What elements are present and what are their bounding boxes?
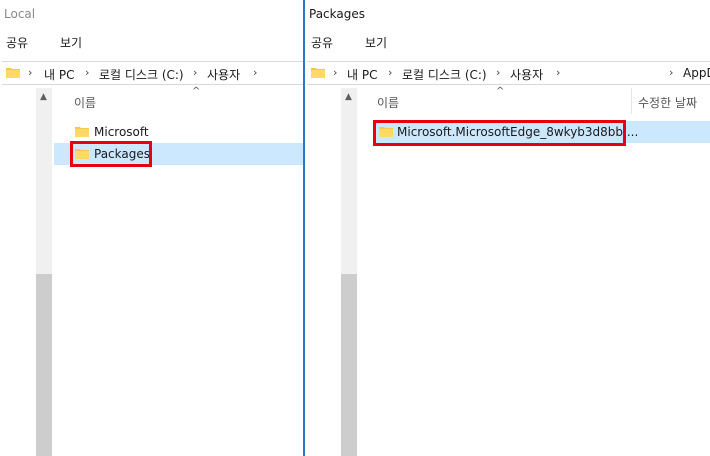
breadcrumb-this-pc[interactable]: 내 PC [44,66,74,83]
breadcrumb-this-pc[interactable]: 내 PC [347,66,377,83]
scroll-up-icon[interactable]: ▲ [40,92,47,102]
chevron-right-icon[interactable]: › [85,66,89,79]
vertical-scrollbar[interactable]: ▲ [36,88,52,456]
scroll-up-icon[interactable]: ▲ [345,92,352,102]
chevron-right-icon[interactable]: › [496,66,500,79]
sort-ascending-icon: ^ [192,86,201,97]
right-explorer-window: Packages 공유 보기 › 내 PC › 로컬 디스크 (C:) › 사용… [305,0,710,456]
list-item[interactable]: Microsoft [54,121,303,143]
left-explorer-window: Local 공유 보기 › 내 PC › 로컬 디스크 (C:) › 사용자 ›… [0,0,303,456]
breadcrumb-users[interactable]: 사용자 [207,66,240,83]
column-separator[interactable] [631,88,632,114]
scrollbar-thumb[interactable] [341,274,357,456]
breadcrumb-local-disk[interactable]: 로컬 디스크 (C:) [99,66,184,83]
address-bar[interactable]: › 내 PC › 로컬 디스크 (C:) › 사용자 › [2,61,303,85]
column-header-name[interactable]: 이름 [74,94,96,111]
scrollbar-thumb[interactable] [36,274,52,456]
chevron-right-icon[interactable]: › [28,66,32,79]
address-bar[interactable]: › 내 PC › 로컬 디스크 (C:) › 사용자 › › AppD [307,61,710,85]
vertical-scrollbar[interactable]: ▲ [341,88,357,456]
folder-icon [6,65,20,79]
chevron-right-icon[interactable]: › [333,66,337,79]
breadcrumb-local-disk[interactable]: 로컬 디스크 (C:) [402,66,487,83]
ribbon-share-tab[interactable]: 공유 [311,34,333,51]
ribbon-share-tab[interactable]: 공유 [6,34,28,51]
chevron-right-icon[interactable]: › [388,66,392,79]
ribbon-view-tab[interactable]: 보기 [60,34,82,51]
highlight-box [70,141,152,167]
highlight-box [373,120,626,146]
sort-ascending-icon: ^ [496,86,505,97]
chevron-right-icon[interactable]: › [193,66,197,79]
ribbon-view-tab[interactable]: 보기 [365,34,387,51]
chevron-right-icon[interactable]: › [253,66,257,79]
chevron-right-icon[interactable]: › [669,66,673,79]
breadcrumb-appdata[interactable]: AppD [683,66,710,80]
folder-name: Microsoft [94,125,149,139]
column-header-name[interactable]: 이름 [377,94,399,111]
folder-icon [75,124,89,138]
window-title: Packages [309,7,365,21]
breadcrumb-users[interactable]: 사용자 [510,66,543,83]
chevron-right-icon[interactable]: › [556,66,560,79]
window-title: Local [4,7,36,21]
column-header-date-modified[interactable]: 수정한 날짜 [638,94,697,111]
folder-icon [311,65,325,79]
